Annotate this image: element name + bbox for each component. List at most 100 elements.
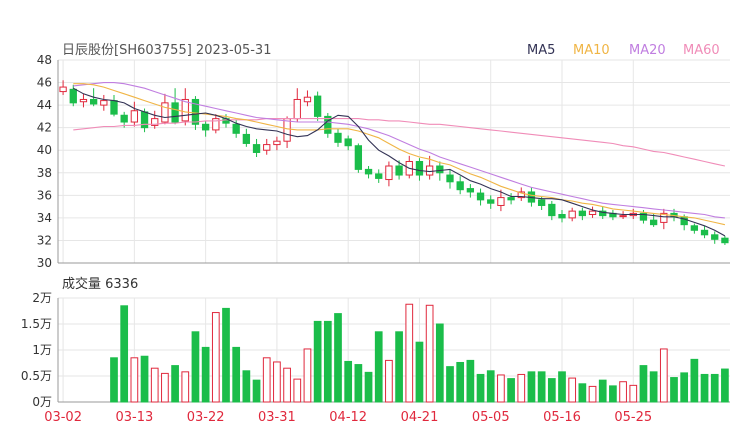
- volume-bar-down: [242, 370, 251, 403]
- candle-body: [649, 219, 658, 226]
- candle-body: [79, 98, 88, 103]
- candle-down: [344, 135, 352, 151]
- candle-down: [171, 88, 179, 125]
- candle-body: [130, 110, 139, 123]
- candle-body: [487, 199, 495, 204]
- candle-down: [375, 169, 383, 183]
- ma5-line: [73, 87, 726, 237]
- candle-down: [110, 94, 118, 117]
- candle-up: [517, 187, 525, 201]
- candle-body: [568, 210, 576, 219]
- volume-bar-up: [283, 367, 291, 403]
- candle-body: [497, 197, 505, 206]
- volume-bar-down: [120, 305, 129, 403]
- candle-body: [120, 114, 128, 123]
- candle-up: [151, 110, 159, 129]
- candle-down: [476, 188, 485, 206]
- volume-bar-down: [476, 373, 485, 403]
- price-tick-label: 48: [37, 53, 52, 67]
- grid-lines: [58, 59, 730, 403]
- candle-up: [212, 114, 220, 134]
- volume-bar-down: [578, 383, 587, 403]
- volume-bar-up: [588, 385, 597, 403]
- candle-body: [436, 165, 444, 174]
- candle-body: [375, 173, 383, 179]
- volume-bar-up: [405, 303, 414, 403]
- volume-bar-down: [598, 379, 607, 403]
- candle-body: [385, 165, 393, 181]
- candle-down: [324, 113, 332, 138]
- candle-body: [334, 132, 342, 143]
- volume-tick-label: 0万: [32, 395, 52, 409]
- price-tick-label: 42: [37, 121, 52, 135]
- price-tick-label: 46: [37, 76, 52, 90]
- volume-bar-down: [201, 346, 210, 403]
- candle-up: [660, 208, 668, 230]
- volume-bar-up: [211, 312, 220, 403]
- volume-bar-up: [293, 378, 302, 403]
- candle-body: [100, 100, 108, 106]
- candle-body: [140, 111, 149, 129]
- price-tick-label: 34: [37, 211, 52, 225]
- volume-bar-up: [517, 373, 526, 403]
- volume-bar-down: [374, 331, 383, 403]
- volume-bar-down: [140, 355, 149, 403]
- candle-body: [293, 98, 301, 120]
- volume-bar-up: [619, 381, 627, 403]
- volume-bar-down: [710, 373, 719, 403]
- price-tick-label: 36: [37, 188, 52, 202]
- candle-down: [487, 195, 495, 209]
- candle-body: [252, 144, 261, 153]
- candle-body: [171, 102, 179, 123]
- candle-body: [263, 144, 271, 151]
- volume-bar-up: [425, 304, 434, 403]
- volume-bar-down: [721, 368, 729, 403]
- candle-down: [242, 128, 251, 147]
- volume-bar-down: [507, 378, 515, 403]
- candle-down: [313, 91, 322, 121]
- candle-body: [466, 188, 475, 193]
- candle-body: [711, 234, 719, 240]
- volume-bar-down: [364, 371, 373, 403]
- candle-body: [364, 168, 373, 175]
- volume-bar-up: [497, 374, 505, 403]
- volume-bar-down: [690, 358, 699, 403]
- candle-body: [69, 88, 77, 104]
- candle-down: [558, 209, 566, 223]
- volume-bar-down: [700, 373, 709, 403]
- candle-body: [242, 133, 251, 144]
- candle-body: [89, 98, 98, 105]
- volume-bar-up: [303, 348, 312, 403]
- candle-down: [548, 200, 556, 221]
- chart-title: 日辰股份[SH603755] 2023-05-31: [62, 43, 271, 58]
- volume-bar-up: [273, 361, 281, 403]
- stock-chart: 日辰股份[SH603755] 2023-05-31 MA5 MA10 MA20 MA6…: [21, 43, 730, 425]
- candle-body: [59, 86, 67, 93]
- candle-body: [232, 123, 240, 134]
- volume-bar-up: [181, 371, 190, 403]
- volume-bar-down: [446, 366, 454, 403]
- volume-bar-down: [191, 331, 200, 403]
- price-tick-label: 30: [37, 256, 52, 270]
- candle-up: [293, 88, 301, 123]
- candle-body: [201, 123, 210, 131]
- candle-down: [364, 166, 373, 179]
- candle-down: [201, 120, 210, 137]
- volume-bar-up: [130, 357, 139, 403]
- candle-body: [110, 100, 118, 115]
- candle-body: [456, 181, 464, 191]
- candle-body: [303, 96, 312, 103]
- volume-tick-label: 1万: [32, 343, 52, 357]
- date-tick-label: 03-31: [258, 410, 296, 425]
- candle-body: [537, 199, 546, 206]
- date-tick-label: 05-05: [472, 410, 510, 425]
- volume-bar-down: [354, 364, 363, 403]
- price-axis: 48 46 44 42 40 38 36 34 32 30: [37, 53, 730, 270]
- candle-up: [303, 90, 312, 107]
- volume-bar-up: [262, 357, 271, 403]
- date-axis: 03-02 03-13 03-22 03-31 04-12 04-21 05-05 05-16…: [44, 410, 652, 425]
- candle-up: [161, 93, 169, 125]
- volume-bar-up: [161, 372, 169, 403]
- volume-bar-down: [670, 377, 678, 403]
- volume-bar-up: [629, 384, 638, 403]
